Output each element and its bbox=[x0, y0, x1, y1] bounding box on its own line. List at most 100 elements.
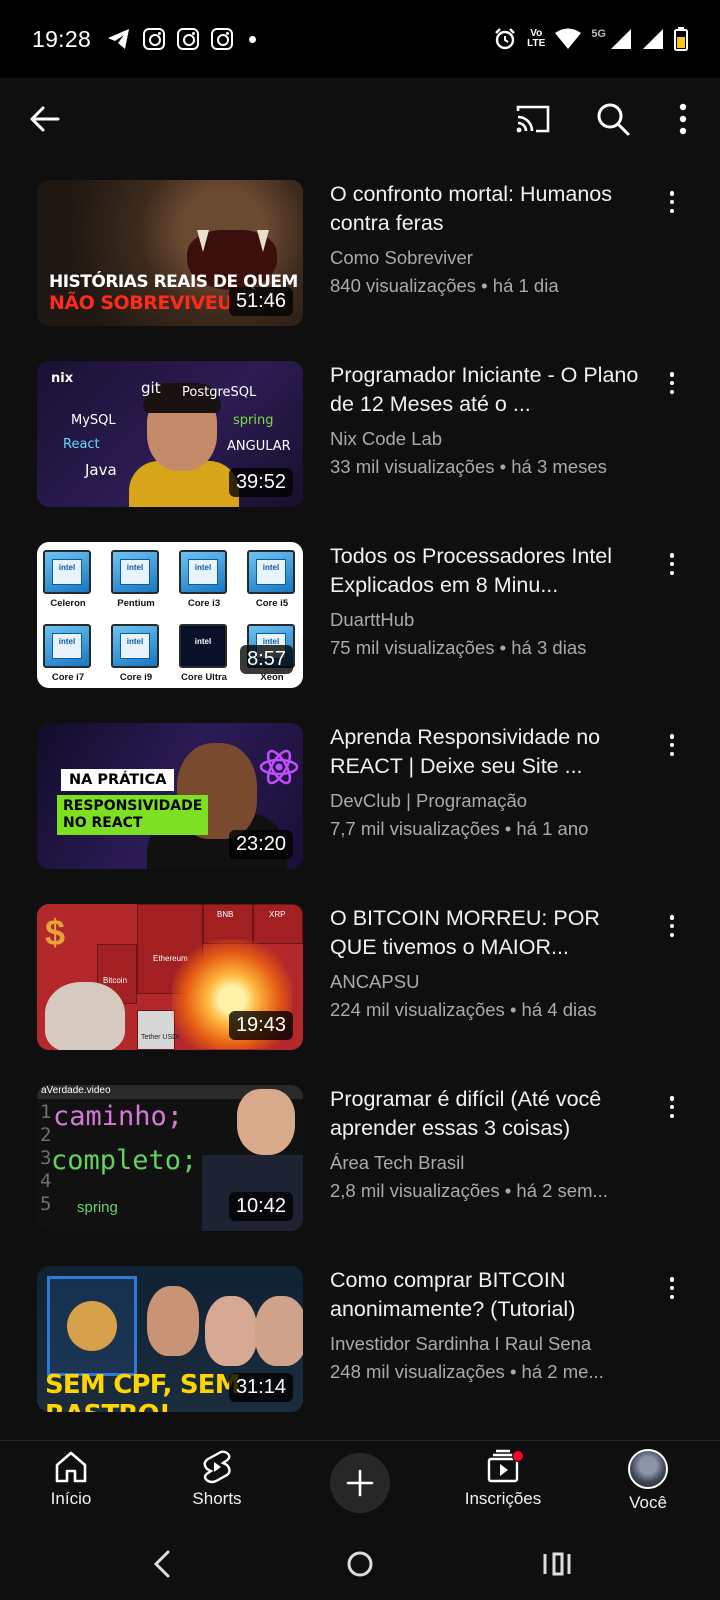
top-app-bar bbox=[0, 78, 720, 160]
5g-label: 5G bbox=[591, 28, 606, 40]
thumb-label: BNB bbox=[217, 910, 234, 919]
thumb-coin bbox=[67, 1301, 117, 1351]
thumb-dollar: $ bbox=[45, 912, 66, 953]
search-icon bbox=[597, 103, 630, 136]
thumb-label: git bbox=[141, 379, 161, 397]
video-meta: 2,8 mil visualizações • há 2 sem... bbox=[330, 1180, 608, 1201]
thumb-fang bbox=[257, 230, 269, 252]
system-home-button[interactable] bbox=[340, 1546, 380, 1582]
cast-button[interactable] bbox=[510, 96, 556, 142]
avatar bbox=[628, 1449, 668, 1489]
nav-home[interactable]: Início bbox=[16, 1449, 126, 1509]
nav-subscriptions[interactable]: Inscrições bbox=[448, 1449, 558, 1509]
react-logo-icon bbox=[259, 749, 299, 785]
video-thumbnail[interactable]: $ BNB XRP Ethereum Bitcoin Tether USDt 1… bbox=[37, 904, 303, 1050]
thumb-label: Core i9 bbox=[119, 672, 153, 683]
video-title[interactable]: Programar é difícil (Até você aprender e… bbox=[330, 1085, 640, 1143]
telegram-icon bbox=[108, 29, 130, 49]
video-more-button[interactable] bbox=[662, 369, 682, 397]
thumb-label: Core i3 bbox=[187, 598, 221, 609]
plus-icon bbox=[346, 1469, 374, 1497]
video-duration: 39:52 bbox=[228, 468, 293, 497]
back-button[interactable] bbox=[22, 96, 68, 142]
thumb-caption: NÃO SOBREVIVEU bbox=[49, 292, 233, 314]
video-thumbnail[interactable]: SEM CPF, SEM RASTRO! 31:14 bbox=[37, 1266, 303, 1412]
channel-name[interactable]: Investidor Sardinha I Raul Sena bbox=[330, 1333, 640, 1355]
home-icon bbox=[55, 1451, 87, 1483]
video-meta: 75 mil visualizações • há 3 dias bbox=[330, 637, 587, 658]
thumb-chip: intel bbox=[111, 550, 159, 594]
video-thumbnail[interactable]: HISTÓRIAS REAIS DE QUEM NÃO SOBREVIVEU 5… bbox=[37, 180, 303, 326]
lte-label: LTE bbox=[527, 38, 546, 49]
more-notifications-icon bbox=[249, 35, 257, 43]
more-vert-icon bbox=[679, 103, 687, 135]
video-title[interactable]: O BITCOIN MORREU: POR QUE tivemos o MAIO… bbox=[330, 904, 640, 962]
video-title[interactable]: Todos os Processadores Intel Explicados … bbox=[330, 542, 640, 600]
thumb-caption: RESPONSIVIDADE NO REACT bbox=[57, 795, 209, 835]
thumb-person bbox=[255, 1296, 303, 1366]
thumb-chip: intel bbox=[43, 550, 91, 594]
video-meta: 7,7 mil visualizações • há 1 ano bbox=[330, 818, 589, 839]
video-thumbnail[interactable]: intel intel intel intel Celeron Pentium … bbox=[37, 542, 303, 688]
more-options-button[interactable] bbox=[660, 96, 706, 142]
video-title[interactable]: Como comprar BITCOIN anonimamente? (Tuto… bbox=[330, 1266, 640, 1324]
thumb-label: Core Ultra bbox=[181, 672, 227, 683]
thumb-caption: caminho; bbox=[53, 1101, 184, 1132]
thumb-chip: intel bbox=[111, 624, 159, 668]
thumb-label: spring bbox=[233, 413, 274, 428]
volte-indicator: Vo LTE bbox=[527, 29, 545, 49]
thumb-label: ANGULAR bbox=[227, 439, 291, 454]
video-thumbnail[interactable]: NA PRÁTICA RESPONSIVIDADE NO REACT 23:20 bbox=[37, 723, 303, 869]
thumb-label: XRP bbox=[269, 910, 286, 919]
thumb-fang bbox=[197, 230, 209, 252]
thumb-label: Bitcoin bbox=[103, 976, 128, 985]
video-item[interactable]: intel intel intel intel Celeron Pentium … bbox=[0, 522, 720, 703]
video-thumbnail[interactable]: nix git PostgreSQL MySQL spring React AN… bbox=[37, 361, 303, 507]
video-duration: 19:43 bbox=[228, 1011, 293, 1040]
create-button[interactable] bbox=[330, 1453, 390, 1513]
thumb-label: aVerdade.video bbox=[41, 1085, 111, 1096]
video-more-button[interactable] bbox=[662, 731, 682, 759]
channel-name[interactable]: Como Sobreviver bbox=[330, 247, 640, 269]
nav-you[interactable]: Você bbox=[593, 1449, 703, 1513]
thumb-caption-line: NO REACT bbox=[63, 815, 143, 831]
video-thumbnail[interactable]: aVerdade.video 1 2 3 4 5 caminho; comple… bbox=[37, 1085, 303, 1231]
video-title[interactable]: O confronto mortal: Humanos contra feras bbox=[330, 180, 640, 238]
nav-shorts[interactable]: Shorts bbox=[162, 1449, 272, 1509]
notification-badge bbox=[512, 1450, 524, 1462]
video-item[interactable]: SEM CPF, SEM RASTRO! 31:14 Como comprar … bbox=[0, 1246, 720, 1427]
video-more-button[interactable] bbox=[662, 550, 682, 578]
channel-name[interactable]: DuarttHub bbox=[330, 609, 640, 631]
video-title[interactable]: Aprenda Responsividade no REACT | Deixe … bbox=[330, 723, 640, 781]
thumb-label: nix bbox=[51, 371, 74, 386]
system-back-button[interactable] bbox=[142, 1546, 182, 1582]
video-more-button[interactable] bbox=[662, 912, 682, 940]
video-meta: 840 visualizações • há 1 dia bbox=[330, 275, 559, 296]
video-title[interactable]: Programador Iniciante - O Plano de 12 Me… bbox=[330, 361, 640, 419]
video-more-button[interactable] bbox=[662, 188, 682, 216]
signal-icon bbox=[611, 29, 631, 49]
notification-icons bbox=[107, 28, 257, 50]
video-item[interactable]: NA PRÁTICA RESPONSIVIDADE NO REACT 23:20… bbox=[0, 703, 720, 884]
video-info: Aprenda Responsividade no REACT | Deixe … bbox=[330, 723, 640, 840]
video-item[interactable]: nix git PostgreSQL MySQL spring React AN… bbox=[0, 341, 720, 522]
status-bar: 19:28 Vo LTE 5G bbox=[0, 0, 720, 78]
video-info: Todos os Processadores Intel Explicados … bbox=[330, 542, 640, 659]
channel-name[interactable]: Nix Code Lab bbox=[330, 428, 640, 450]
video-duration: 10:42 bbox=[228, 1192, 293, 1221]
video-duration: 51:46 bbox=[228, 287, 293, 316]
channel-name[interactable]: Área Tech Brasil bbox=[330, 1152, 640, 1174]
channel-name[interactable]: ANCAPSU bbox=[330, 971, 640, 993]
system-recents-button[interactable] bbox=[536, 1546, 576, 1582]
video-item[interactable]: $ BNB XRP Ethereum Bitcoin Tether USDt 1… bbox=[0, 884, 720, 1065]
video-more-button[interactable] bbox=[662, 1093, 682, 1121]
channel-name[interactable]: DevClub | Programação bbox=[330, 790, 640, 812]
search-button[interactable] bbox=[590, 96, 636, 142]
video-item[interactable]: aVerdade.video 1 2 3 4 5 caminho; comple… bbox=[0, 1065, 720, 1246]
video-more-button[interactable] bbox=[662, 1274, 682, 1302]
thumb-block bbox=[137, 1010, 175, 1050]
video-duration: 8:57 bbox=[240, 645, 293, 674]
system-navigation-bar bbox=[0, 1528, 720, 1600]
video-item[interactable]: HISTÓRIAS REAIS DE QUEM NÃO SOBREVIVEU 5… bbox=[0, 160, 720, 341]
instagram-icon bbox=[211, 28, 234, 50]
